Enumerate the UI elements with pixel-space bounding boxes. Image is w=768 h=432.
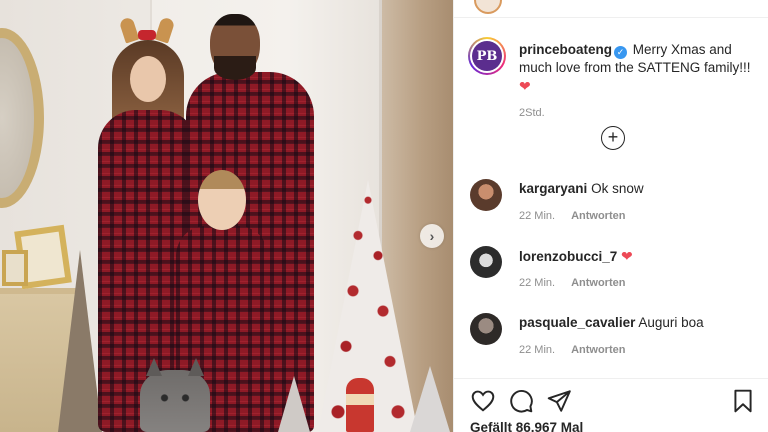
author-username[interactable]: princeboateng bbox=[519, 42, 612, 57]
post-sidebar: PB princeboateng ✓ Merry Xmas and much lo… bbox=[453, 0, 768, 432]
post-header bbox=[454, 0, 768, 18]
woman-face bbox=[130, 56, 166, 102]
post-photo[interactable]: › bbox=[0, 0, 453, 432]
comment-meta: 22 Min. Antworten bbox=[519, 210, 625, 222]
commenter-avatar[interactable] bbox=[470, 179, 502, 211]
reply-button[interactable]: Antworten bbox=[571, 277, 625, 289]
like-button[interactable] bbox=[470, 388, 496, 414]
share-button[interactable] bbox=[546, 388, 572, 414]
heart-outline-icon bbox=[471, 390, 495, 412]
next-photo-button[interactable]: › bbox=[420, 224, 444, 248]
verified-badge-icon: ✓ bbox=[614, 46, 628, 59]
comment-text: lorenzobucci_7 ❤ bbox=[519, 247, 633, 266]
bookmark-button[interactable] bbox=[730, 388, 756, 414]
tinsel-tree-left bbox=[58, 250, 102, 432]
mini-tree bbox=[278, 376, 310, 432]
comment-text: kargaryani Ok snow bbox=[519, 180, 644, 198]
boy-head bbox=[198, 170, 246, 230]
post-actions-bar bbox=[468, 388, 760, 414]
comment-item: pasquale_cavalier Auguri boa 22 Min. Ant… bbox=[468, 313, 758, 365]
plus-circle-icon: + bbox=[607, 127, 619, 147]
reindeer-antlers bbox=[118, 16, 176, 44]
caption-text: princeboateng ✓ Merry Xmas and much love … bbox=[519, 41, 755, 96]
likes-count[interactable]: Gefällt 86.967 Mal bbox=[470, 420, 583, 432]
comment-timestamp[interactable]: 22 Min. bbox=[519, 344, 555, 356]
comment-body: Ok snow bbox=[591, 181, 644, 196]
nutcracker-figure bbox=[346, 378, 374, 432]
man-beard bbox=[214, 56, 256, 80]
reply-button[interactable]: Antworten bbox=[571, 210, 625, 222]
comment-timestamp[interactable]: 22 Min. bbox=[519, 277, 555, 289]
snowy-tree-right bbox=[410, 366, 450, 432]
commenter-username[interactable]: lorenzobucci_7 bbox=[519, 249, 617, 264]
picture-frame-small bbox=[2, 250, 28, 286]
heart-emoji: ❤ bbox=[621, 248, 633, 264]
author-avatar-image: PB bbox=[472, 41, 502, 71]
load-more-comments-button[interactable]: + bbox=[601, 126, 625, 150]
french-bulldog bbox=[140, 358, 210, 432]
comment-meta: 22 Min. Antworten bbox=[519, 277, 625, 289]
comment-timestamp[interactable]: 22 Min. bbox=[519, 210, 555, 222]
caption-timestamp[interactable]: 2Std. bbox=[519, 107, 545, 119]
comment-meta: 22 Min. Antworten bbox=[519, 344, 625, 356]
comment-button[interactable] bbox=[508, 388, 534, 414]
comment-text: pasquale_cavalier Auguri boa bbox=[519, 314, 704, 332]
bookmark-icon bbox=[734, 389, 752, 413]
reply-button[interactable]: Antworten bbox=[571, 344, 625, 356]
commenter-avatar[interactable] bbox=[470, 313, 502, 345]
author-avatar[interactable]: PB bbox=[468, 37, 506, 75]
commenter-avatar[interactable] bbox=[470, 246, 502, 278]
comment-item: kargaryani Ok snow 22 Min. Antworten bbox=[468, 179, 758, 231]
comment-body: Auguri boa bbox=[638, 315, 704, 330]
header-avatar[interactable] bbox=[474, 0, 502, 14]
gold-mirror bbox=[0, 28, 44, 208]
heart-emoji: ❤ bbox=[519, 78, 531, 94]
commenter-username[interactable]: kargaryani bbox=[519, 181, 587, 196]
chevron-right-icon: › bbox=[429, 228, 435, 244]
commenter-username[interactable]: pasquale_cavalier bbox=[519, 315, 635, 330]
comment-icon bbox=[510, 390, 533, 413]
share-icon bbox=[547, 390, 571, 412]
actions-divider bbox=[454, 378, 768, 379]
comment-item: lorenzobucci_7 ❤ 22 Min. Antworten bbox=[468, 246, 758, 298]
